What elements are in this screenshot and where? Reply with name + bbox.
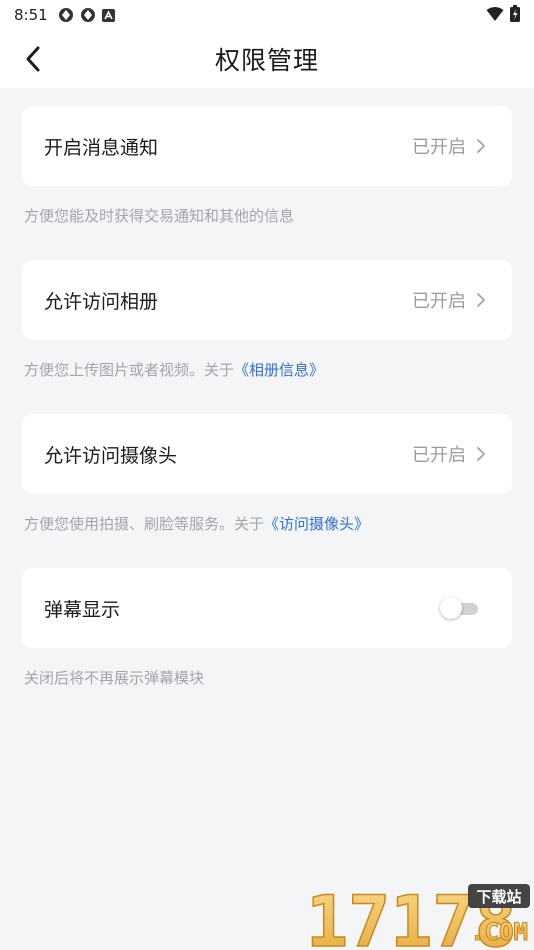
back-button[interactable]	[18, 44, 48, 74]
app-notification-icon	[58, 8, 73, 22]
setting-camera-status: 已开启	[412, 445, 466, 466]
setting-album-description: 方便您上传图片或者视频。关于《相册信息》	[24, 359, 324, 380]
status-time: 8:51	[14, 6, 48, 24]
chevron-right-icon	[476, 137, 490, 155]
battery-icon	[510, 5, 520, 22]
setting-notification-status: 已开启	[412, 137, 466, 158]
setting-album-description-text: 方便您上传图片或者视频。关于	[24, 361, 235, 379]
setting-album-label: 允许访问相册	[44, 290, 159, 313]
status-system-icons	[486, 5, 520, 22]
album-info-link[interactable]: 《相册信息》	[234, 361, 324, 379]
toggle-knob	[440, 597, 462, 619]
setting-notification-label: 开启消息通知	[44, 136, 159, 159]
setting-danmaku: 弹幕显示	[22, 568, 512, 648]
setting-album[interactable]: 允许访问相册 已开启	[22, 260, 512, 340]
chevron-right-icon	[476, 291, 490, 309]
setting-album-status: 已开启	[412, 291, 466, 312]
chevron-right-icon	[476, 445, 490, 463]
status-notification-icons	[58, 7, 115, 23]
wifi-icon	[486, 6, 504, 21]
page-title: 权限管理	[214, 46, 319, 75]
setting-camera[interactable]: 允许访问摄像头 已开启	[22, 414, 512, 494]
status-bar: 8:51	[0, 0, 534, 30]
app-notification-icon	[80, 8, 95, 22]
setting-notification[interactable]: 开启消息通知 已开启	[22, 106, 512, 186]
danmaku-toggle[interactable]	[440, 597, 480, 619]
camera-info-link[interactable]: 《访问摄像头》	[264, 515, 369, 533]
back-arrow-icon	[26, 46, 40, 72]
nav-bar: 权限管理	[0, 30, 534, 88]
setting-camera-label: 允许访问摄像头	[44, 444, 178, 467]
setting-danmaku-label: 弹幕显示	[44, 598, 121, 621]
setting-camera-description: 方便您使用拍摄、刷脸等服务。关于《访问摄像头》	[24, 513, 369, 534]
a-notification-icon	[101, 8, 115, 22]
site-watermark-logo: 17178 下载站 .COM	[300, 880, 532, 950]
setting-camera-description-text: 方便您使用拍摄、刷脸等服务。关于	[24, 515, 265, 533]
watermark-badge: 下载站	[476, 888, 521, 906]
setting-notification-description: 方便您能及时获得交易通知和其他的信息	[24, 207, 295, 225]
watermark-suffix: .COM	[470, 918, 528, 946]
setting-danmaku-description: 关闭后将不再展示弹幕模块	[24, 669, 205, 687]
